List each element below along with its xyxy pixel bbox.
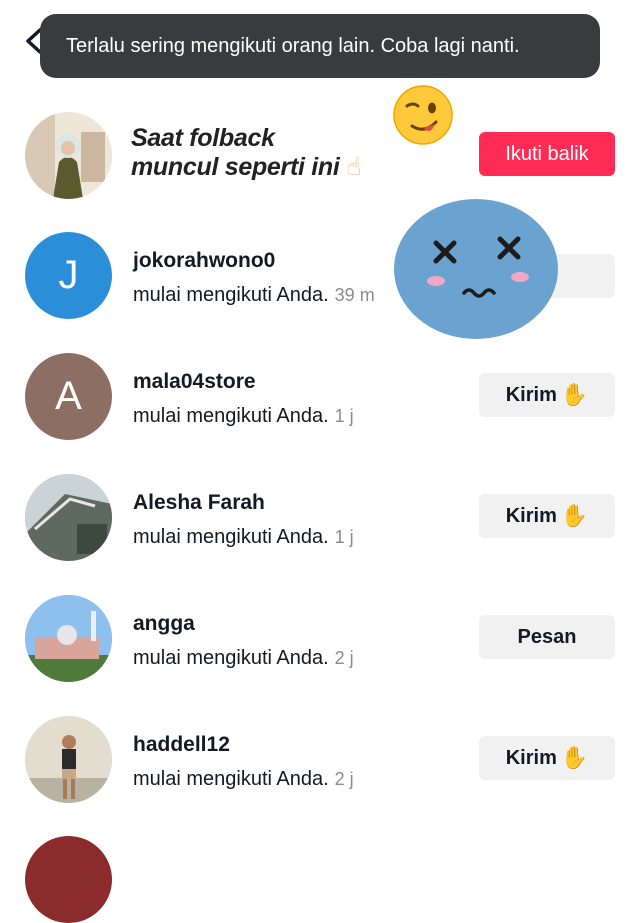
username[interactable]: mala04store [133, 370, 256, 394]
avatar-letter: A [55, 374, 82, 418]
toast-text: Terlalu sering mengikuti orang lain. Cob… [66, 34, 520, 57]
follow-back-button[interactable]: Ikuti balik [479, 132, 615, 176]
avatar[interactable] [25, 595, 112, 682]
notification-row[interactable]: haddell12 mulai mengikuti Anda. 2 j Kirim… [0, 716, 640, 816]
notification-row[interactable]: A mala04store mulai mengikuti Anda. 1 j K… [0, 353, 640, 453]
timestamp: 1 j [334, 527, 354, 547]
waving-hand-icon: ✋ [560, 382, 589, 407]
timestamp: 1 j [334, 406, 354, 426]
timestamp: 2 j [334, 648, 354, 668]
notification-row[interactable]: angga mulai mengikuti Anda. 2 j Pesan [0, 595, 640, 695]
avatar[interactable] [25, 474, 112, 561]
avatar[interactable]: J [25, 232, 112, 319]
activity-text: mulai mengikuti Anda. 1 j [133, 526, 354, 548]
notification-row[interactable]: Alesha Farah mulai mengikuti Anda. 1 j Ki… [0, 474, 640, 574]
send-wave-button[interactable]: Kirim ✋ [479, 736, 615, 780]
send-wave-button[interactable]: Kirim ✋ [479, 373, 615, 417]
wink-face-sticker [393, 85, 453, 145]
waving-hand-icon: ✋ [560, 503, 589, 528]
username[interactable]: jokorahwono0 [133, 249, 275, 273]
timestamp: 2 j [334, 769, 354, 789]
overlay-caption: Saat folback muncul seperti ini ☝ [131, 124, 361, 182]
message-button[interactable]: Pesan [479, 615, 615, 659]
avatar[interactable] [25, 112, 112, 199]
send-wave-button[interactable]: Kirim ✋ [479, 494, 615, 538]
timestamp: 39 m [334, 285, 375, 305]
caption-line-2: muncul seperti ini ☝ [131, 153, 362, 181]
avatar[interactable]: A [25, 353, 112, 440]
activity-text: mulai mengikuti Anda. 2 j [133, 768, 354, 790]
activity-text: mulai mengikuti Anda. 2 j [133, 647, 354, 669]
caption-line-1: Saat folback [131, 124, 275, 152]
avatar-letter: J [58, 253, 79, 297]
dizzy-blue-face-sticker [394, 199, 558, 339]
pointing-up-emoji: ☝ [346, 153, 362, 181]
activity-text: mulai mengikuti Anda. 39 m [133, 284, 375, 306]
waving-hand-icon: ✋ [560, 745, 589, 770]
username[interactable]: Alesha Farah [133, 491, 265, 515]
username[interactable]: angga [133, 612, 195, 636]
username[interactable]: haddell12 [133, 733, 230, 757]
avatar[interactable] [25, 716, 112, 803]
activity-text: mulai mengikuti Anda. 1 j [133, 405, 354, 427]
rate-limit-toast: Terlalu sering mengikuti orang lain. Cob… [40, 14, 600, 78]
avatar[interactable] [25, 836, 112, 923]
